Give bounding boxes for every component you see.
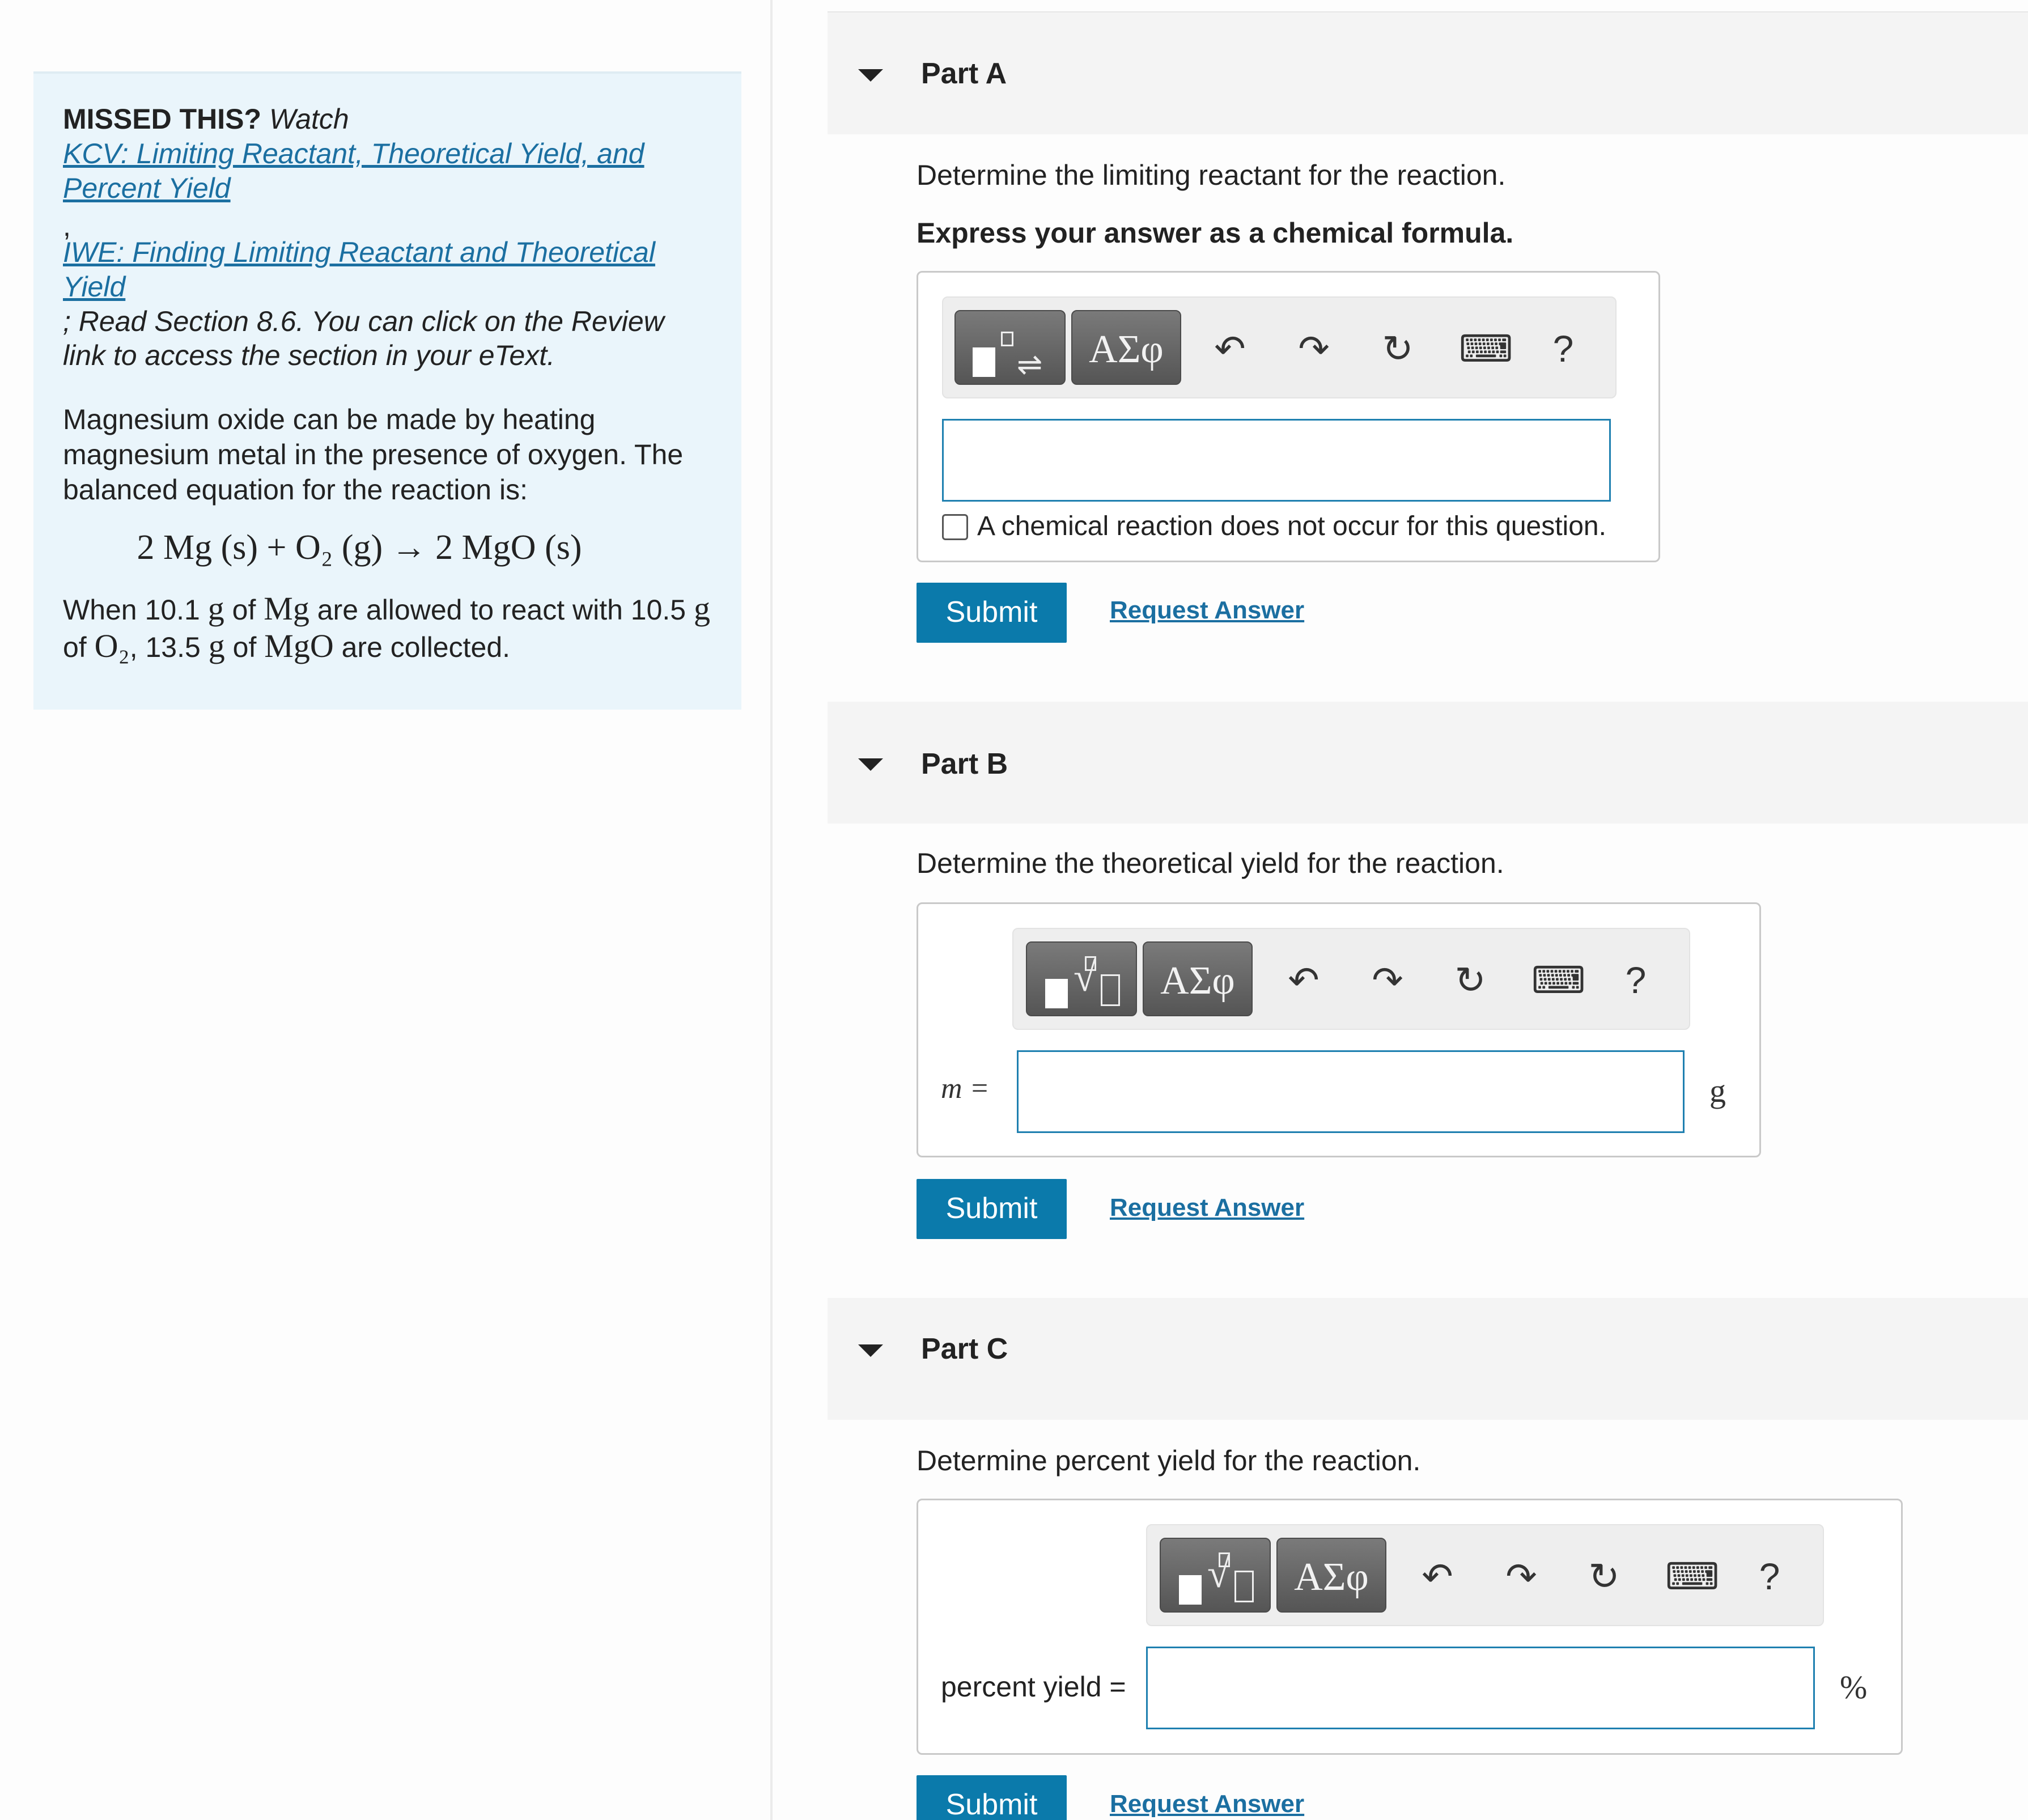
help-icon[interactable]: ?	[1613, 957, 1658, 1003]
help-icon[interactable]: ?	[1747, 1554, 1792, 1599]
templates-icon[interactable]: ⇌	[954, 310, 1066, 385]
redo-icon[interactable]: ↷	[1365, 957, 1410, 1003]
hint-panel: MISSED THIS? Watch KCV: Limiting Reactan…	[33, 71, 741, 710]
watch-label: Watch	[269, 103, 349, 135]
column-divider	[770, 0, 773, 1820]
problem-intro: Magnesium oxide can be made by heating m…	[63, 404, 684, 506]
balanced-equation: 2 Mg (s) + O₂ (g) → 2 MgO (s)	[137, 528, 582, 567]
reset-icon[interactable]: ↻	[1581, 1554, 1627, 1599]
iwe-video-link[interactable]: IWE: Finding Limiting Reactant and Theor…	[63, 235, 712, 304]
part-b-question: Determine the theoretical yield for the …	[917, 847, 1504, 879]
part-c-answer-input[interactable]	[1146, 1647, 1815, 1729]
part-b-answer-box: √ ΑΣφ ↶ ↷ ↻ ⌨ ? m = g	[917, 902, 1761, 1157]
greek-letters-icon[interactable]: ΑΣφ	[1071, 310, 1181, 385]
part-a-request-answer-link[interactable]: Request Answer	[1110, 596, 1304, 625]
part-c-answer-box: √ ΑΣφ ↶ ↷ ↻ ⌨ ? percent yield = %	[917, 1499, 1903, 1755]
part-b-answer-input[interactable]	[1017, 1050, 1685, 1133]
link-separator: ,	[63, 210, 71, 242]
redo-icon[interactable]: ↷	[1499, 1554, 1544, 1599]
part-c-toolbar: √ ΑΣφ ↶ ↷ ↻ ⌨ ?	[1146, 1524, 1824, 1626]
part-c-request-answer-link[interactable]: Request Answer	[1110, 1790, 1304, 1818]
missed-label: MISSED THIS?	[63, 103, 262, 135]
problem-given: When 10.1 g of Mg are allowed to react w…	[63, 590, 711, 664]
collapse-triangle-icon[interactable]	[858, 69, 883, 82]
part-a-answer-box: ⇌ ΑΣφ ↶ ↷ ↻ ⌨ ? A chemical reaction does…	[917, 271, 1660, 562]
keyboard-icon[interactable]: ⌨	[1459, 326, 1513, 371]
help-icon[interactable]: ?	[1541, 326, 1586, 371]
undo-icon[interactable]: ↶	[1207, 326, 1253, 371]
part-a-submit-button[interactable]: Submit	[917, 583, 1067, 643]
keyboard-icon[interactable]: ⌨	[1665, 1554, 1719, 1599]
templates-icon[interactable]: √	[1160, 1538, 1271, 1613]
part-b-variable-label: m =	[941, 1072, 990, 1105]
no-reaction-checkbox[interactable]	[942, 514, 968, 540]
undo-icon[interactable]: ↶	[1281, 957, 1326, 1003]
questions-column: Part A Determine the limiting reactant f…	[828, 0, 2028, 1820]
reset-icon[interactable]: ↻	[1375, 326, 1420, 371]
part-b-toolbar: √ ΑΣφ ↶ ↷ ↻ ⌨ ?	[1012, 928, 1690, 1030]
greek-letters-icon[interactable]: ΑΣφ	[1143, 941, 1253, 1016]
collapse-triangle-icon[interactable]	[858, 758, 883, 771]
collapse-triangle-icon[interactable]	[858, 1344, 883, 1357]
part-a-question: Determine the limiting reactant for the …	[917, 159, 1506, 191]
part-a-answer-input[interactable]	[942, 419, 1611, 502]
part-c-title: Part C	[921, 1333, 1008, 1365]
part-c-submit-button[interactable]: Submit	[917, 1775, 1067, 1820]
part-c-question: Determine percent yield for the reaction…	[917, 1445, 1421, 1477]
part-b-header[interactable]: Part B	[828, 702, 2028, 824]
keyboard-icon[interactable]: ⌨	[1531, 957, 1585, 1003]
undo-icon[interactable]: ↶	[1415, 1554, 1460, 1599]
part-a-header[interactable]: Part A	[828, 12, 2028, 134]
no-reaction-label: A chemical reaction does not occur for t…	[977, 511, 1606, 541]
redo-icon[interactable]: ↷	[1291, 326, 1337, 371]
part-a-title: Part A	[921, 57, 1007, 90]
part-a-toolbar: ⇌ ΑΣφ ↶ ↷ ↻ ⌨ ?	[942, 296, 1617, 398]
greek-letters-icon[interactable]: ΑΣφ	[1276, 1538, 1386, 1613]
part-c-header[interactable]: Part C	[828, 1298, 2028, 1420]
kcv-video-link[interactable]: KCV: Limiting Reactant, Theoretical Yiel…	[63, 137, 712, 206]
part-a-instruction: Express your answer as a chemical formul…	[917, 217, 1514, 249]
part-b-title: Part B	[921, 748, 1008, 780]
read-section-text: ; Read Section 8.6. You can click on the…	[63, 306, 664, 371]
reset-icon[interactable]: ↻	[1448, 957, 1493, 1003]
part-b-unit: g	[1709, 1072, 1726, 1109]
part-c-unit: %	[1840, 1669, 1868, 1706]
part-b-submit-button[interactable]: Submit	[917, 1179, 1067, 1239]
part-c-variable-label: percent yield =	[941, 1671, 1126, 1703]
missed-this-line: MISSED THIS? Watch	[63, 102, 712, 137]
part-b-request-answer-link[interactable]: Request Answer	[1110, 1194, 1304, 1222]
templates-icon[interactable]: √	[1026, 941, 1137, 1016]
